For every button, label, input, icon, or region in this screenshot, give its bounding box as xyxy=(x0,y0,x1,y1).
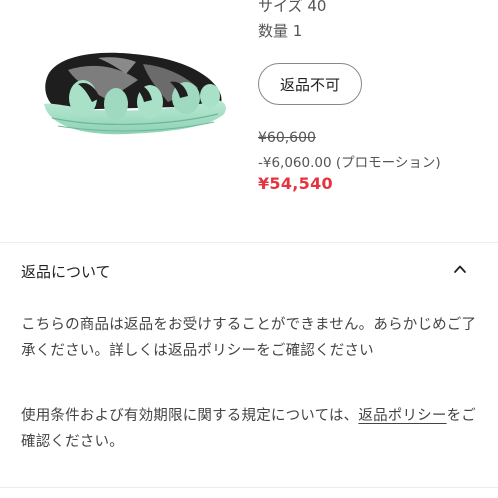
returns-section-title: 返品について xyxy=(21,263,111,281)
promotion-discount: -¥6,060.00 (プロモーション) xyxy=(258,155,441,171)
return-not-allowed-badge[interactable]: 返品不可 xyxy=(258,63,362,105)
chevron-up-icon[interactable] xyxy=(453,262,467,276)
divider xyxy=(0,242,498,243)
returns-paragraph: こちらの商品は返品をお受けすることができません。あらかじめご了承ください。詳しく… xyxy=(21,317,477,359)
returns-policy-paragraph: 使用条件および有効期限に関する規定については、返品ポリシーをご確認ください。 xyxy=(21,403,479,455)
return-policy-link[interactable]: 返品ポリシー xyxy=(358,408,446,424)
policy-text-prefix: 使用条件および有効期限に関する規定については、 xyxy=(21,408,359,424)
size-label: サイズ 40 xyxy=(258,0,327,15)
return-badge-label: 返品不可 xyxy=(279,75,340,94)
returns-accordion-header[interactable]: 返品について xyxy=(0,245,498,293)
product-image[interactable] xyxy=(38,40,230,140)
final-price: ¥54,540 xyxy=(258,174,333,193)
original-price: ¥60,600 xyxy=(258,130,316,146)
cart-item-page: サイズ 40 数量 1 返品不可 ¥60,600 -¥6,060.00 (プロモ… xyxy=(0,0,498,498)
quantity-label: 数量 1 xyxy=(258,22,303,40)
divider-bottom xyxy=(0,487,498,488)
